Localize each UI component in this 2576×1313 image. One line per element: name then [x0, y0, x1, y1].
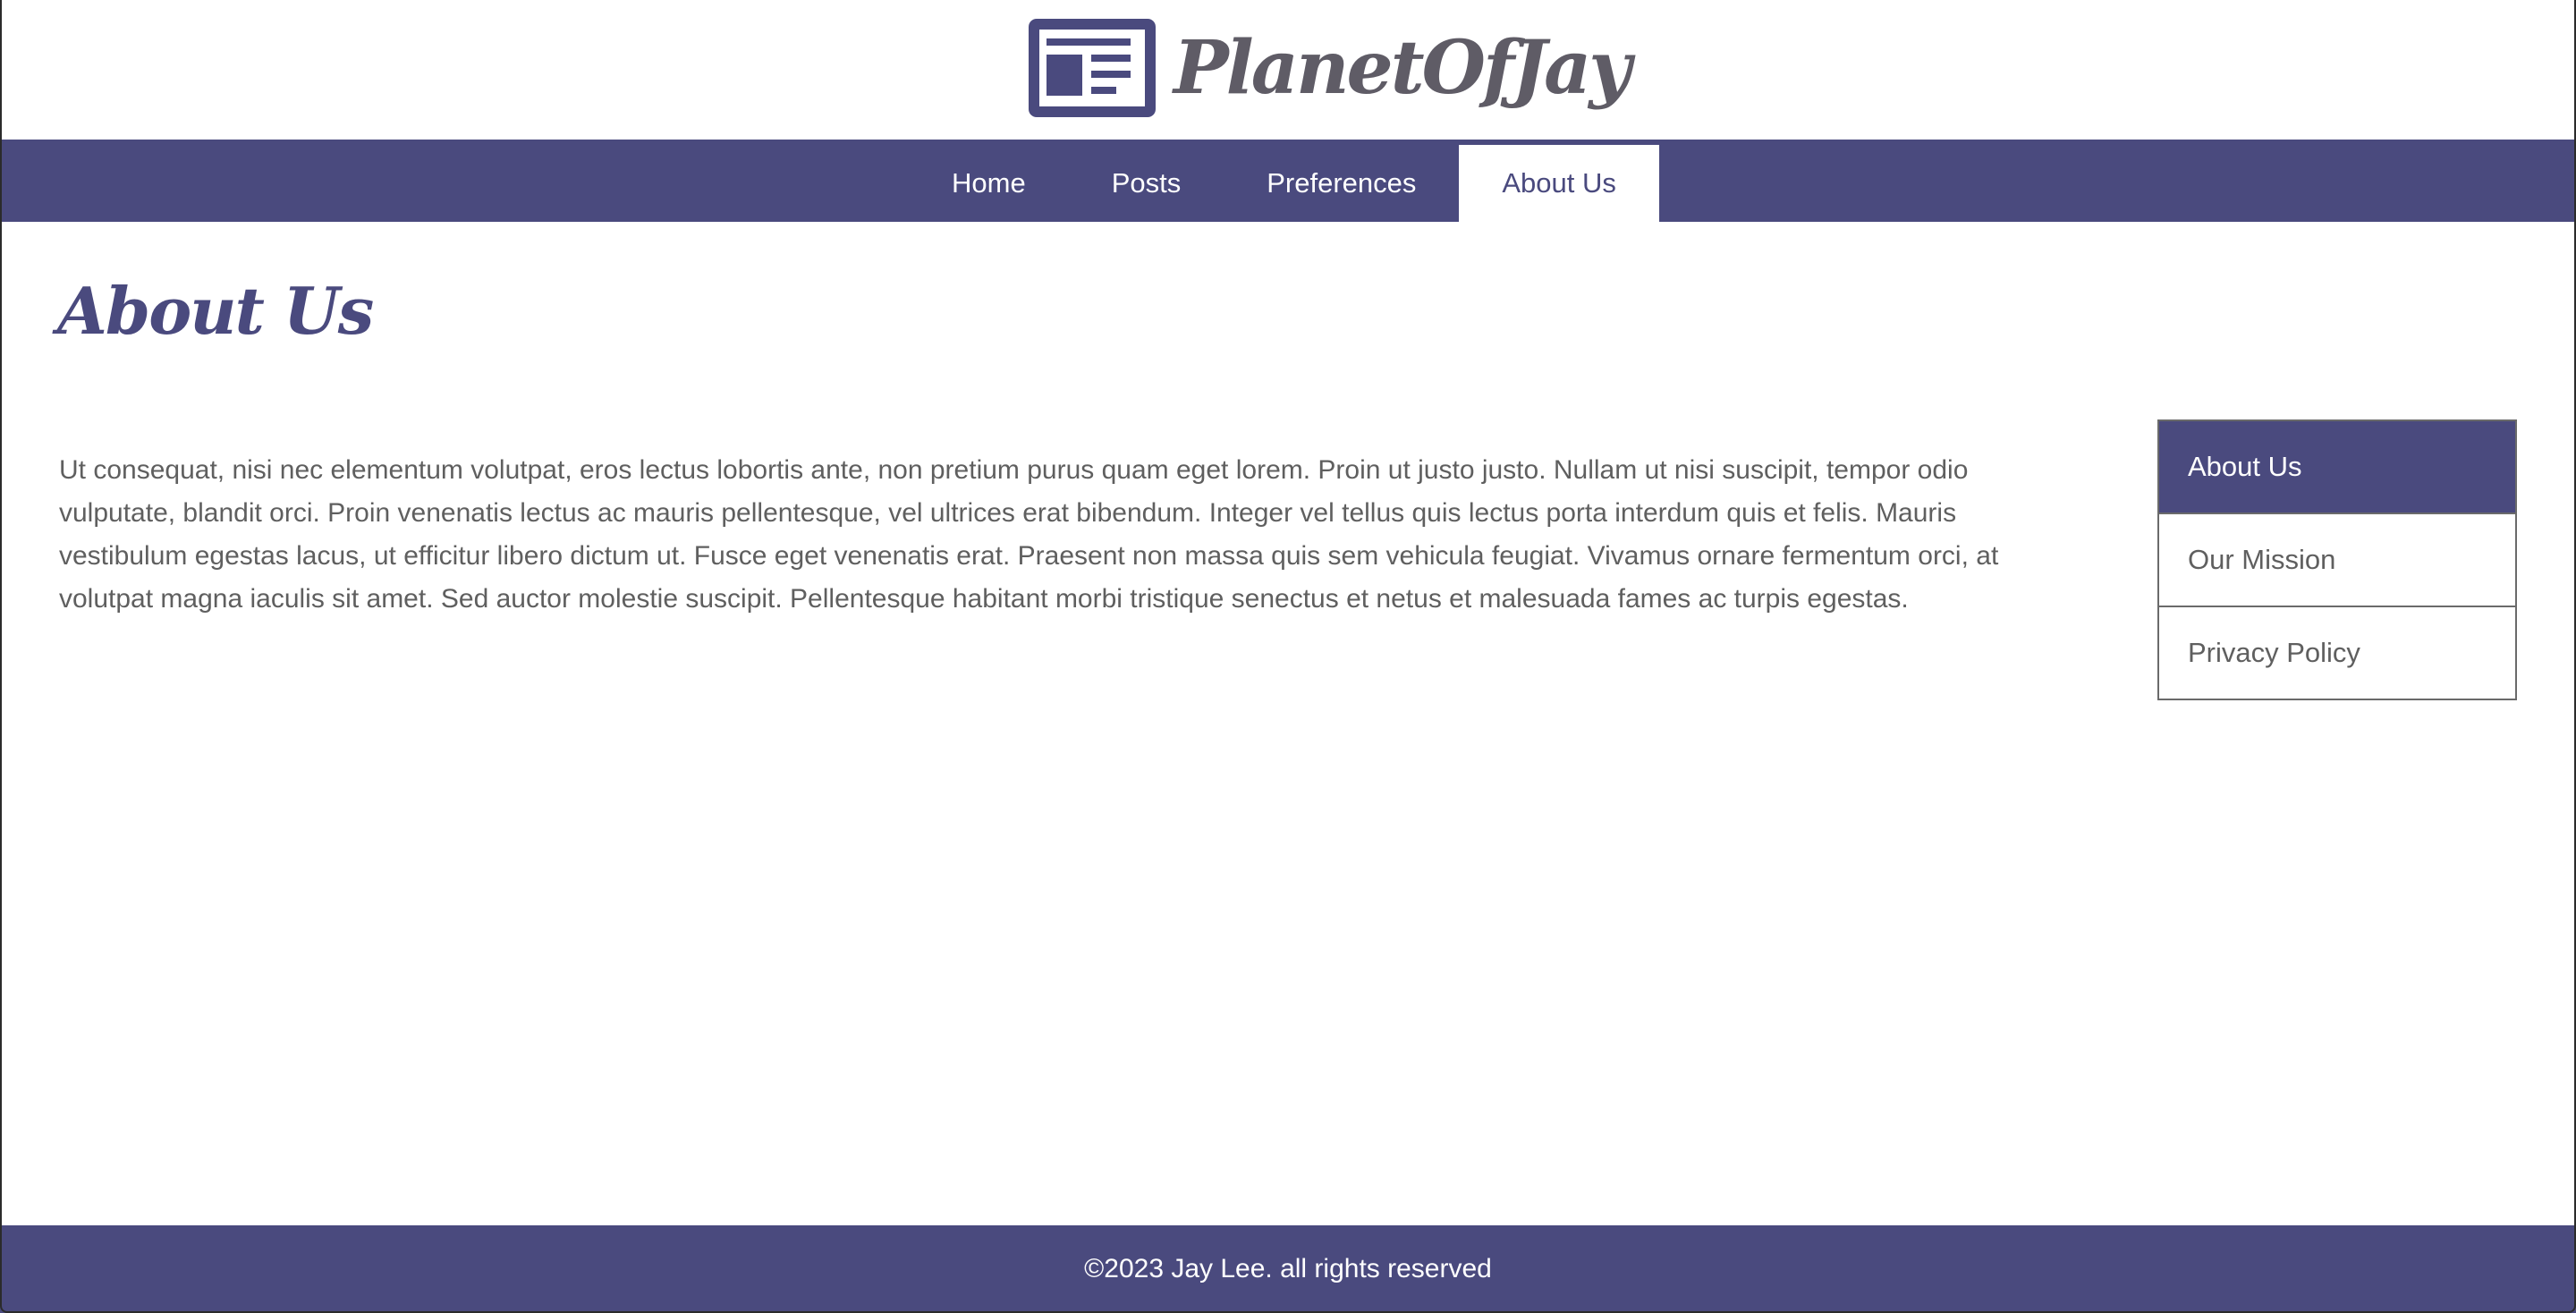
side-menu-item-our-mission[interactable]: Our Mission [2159, 512, 2515, 606]
side-menu-item-about-us[interactable]: About Us [2159, 421, 2515, 512]
copyright-text: ©2023 Jay Lee. all rights reserved [1084, 1254, 1492, 1283]
site-header: PlanetOfJay [0, 0, 2576, 140]
about-paragraph: Ut consequat, nisi nec elementum volutpa… [59, 455, 1999, 614]
page-title: About Us [57, 273, 374, 349]
newspaper-icon [1029, 19, 1156, 117]
site-footer: ©2023 Jay Lee. all rights reserved [0, 1225, 2576, 1313]
nav-item-preferences[interactable]: Preferences [1224, 145, 1459, 222]
main-nav: Home Posts Preferences About Us [0, 140, 2576, 222]
logo-text: PlanetOfJay [1174, 25, 1631, 111]
nav-item-home[interactable]: Home [909, 145, 1069, 222]
nav-item-about-us[interactable]: About Us [1459, 145, 1659, 222]
side-menu-item-privacy-policy[interactable]: Privacy Policy [2159, 606, 2515, 699]
nav-item-posts[interactable]: Posts [1069, 145, 1224, 222]
nav-list: Home Posts Preferences About Us [909, 145, 1659, 222]
site-logo[interactable]: PlanetOfJay [1029, 18, 1631, 118]
side-menu: About Us Our Mission Privacy Policy [2157, 419, 2517, 700]
